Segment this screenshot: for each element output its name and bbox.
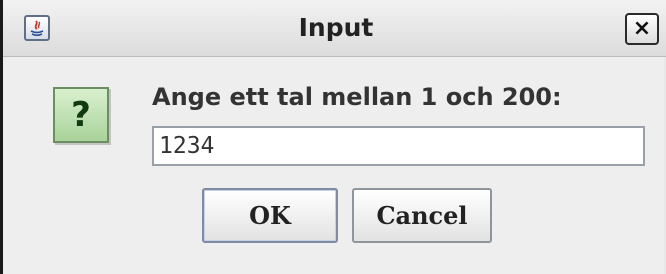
cancel-button[interactable]: Cancel xyxy=(352,188,492,243)
title-bar[interactable]: Input × xyxy=(3,0,666,57)
close-button[interactable]: × xyxy=(625,13,659,45)
question-icon: ? xyxy=(53,87,109,143)
ok-button[interactable]: OK xyxy=(202,188,338,243)
window-title: Input xyxy=(298,13,374,42)
input-dialog: Input × ? Ange ett tal mellan 1 och 200:… xyxy=(0,0,666,274)
prompt-label: Ange ett tal mellan 1 och 200: xyxy=(152,83,562,111)
number-input[interactable] xyxy=(152,126,645,166)
